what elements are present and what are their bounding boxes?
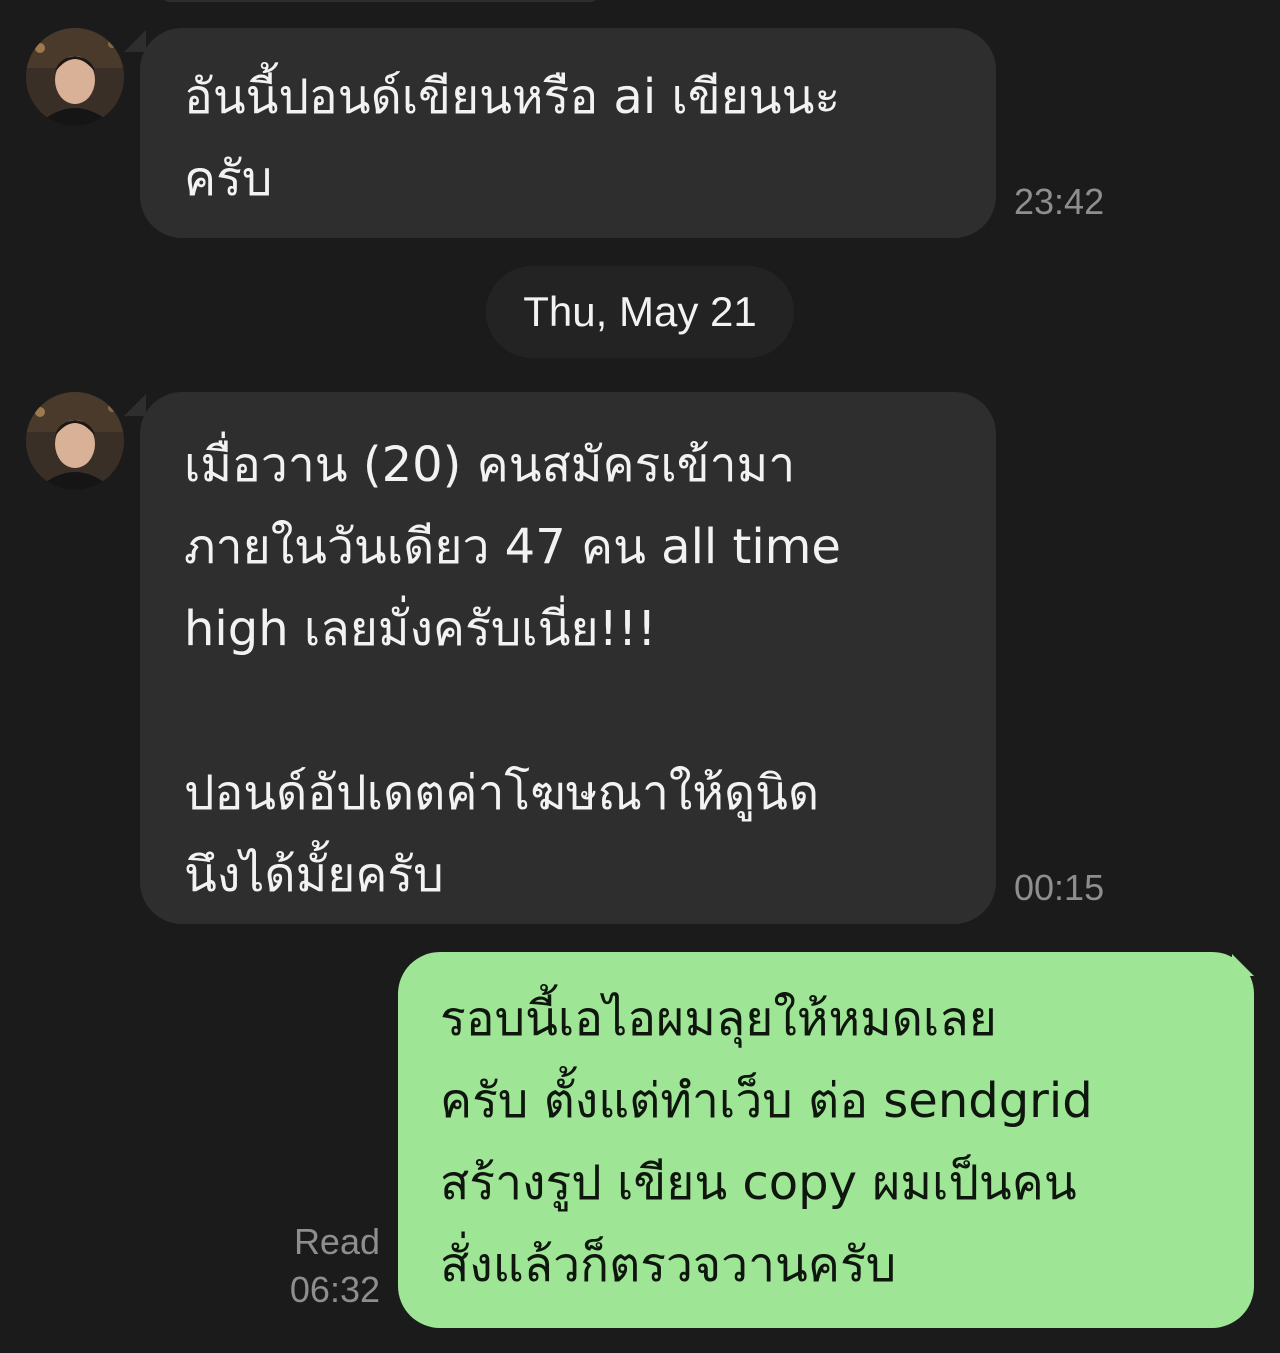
avatar-photo-icon: [26, 28, 124, 126]
contact-avatar[interactable]: [26, 28, 124, 126]
outgoing-message-bubble[interactable]: รอบนี้เอไอผมลุยให้หมดเลย ครับ ตั้งแต่ทำเ…: [398, 952, 1254, 1328]
contact-avatar[interactable]: [26, 392, 124, 490]
message-timestamp: 06:32: [289, 1269, 380, 1310]
incoming-bubble-tail: [124, 30, 146, 52]
read-receipt: Read 06:32: [220, 1218, 380, 1314]
incoming-message-bubble[interactable]: อันนี้ปอนด์เขียนหรือ ai เขียนนะ ครับ: [140, 28, 996, 238]
outgoing-bubble-tail: [1232, 954, 1254, 976]
message-timestamp: 23:42: [1014, 181, 1105, 222]
date-separator: Thu, May 21: [486, 266, 794, 358]
incoming-bubble-tail: [124, 394, 146, 416]
previous-message-fragment: [160, 0, 600, 2]
incoming-message-bubble[interactable]: เมื่อวาน (20) คนสมัครเข้ามา ภายในวันเดีย…: [140, 392, 996, 924]
read-label: Read: [293, 1221, 380, 1262]
chat-screen: อันนี้ปอนด์เขียนหรือ ai เขียนนะ ครับ 23:…: [0, 0, 1280, 1353]
message-timestamp: 00:15: [1014, 867, 1105, 908]
avatar-photo-icon: [26, 392, 124, 490]
